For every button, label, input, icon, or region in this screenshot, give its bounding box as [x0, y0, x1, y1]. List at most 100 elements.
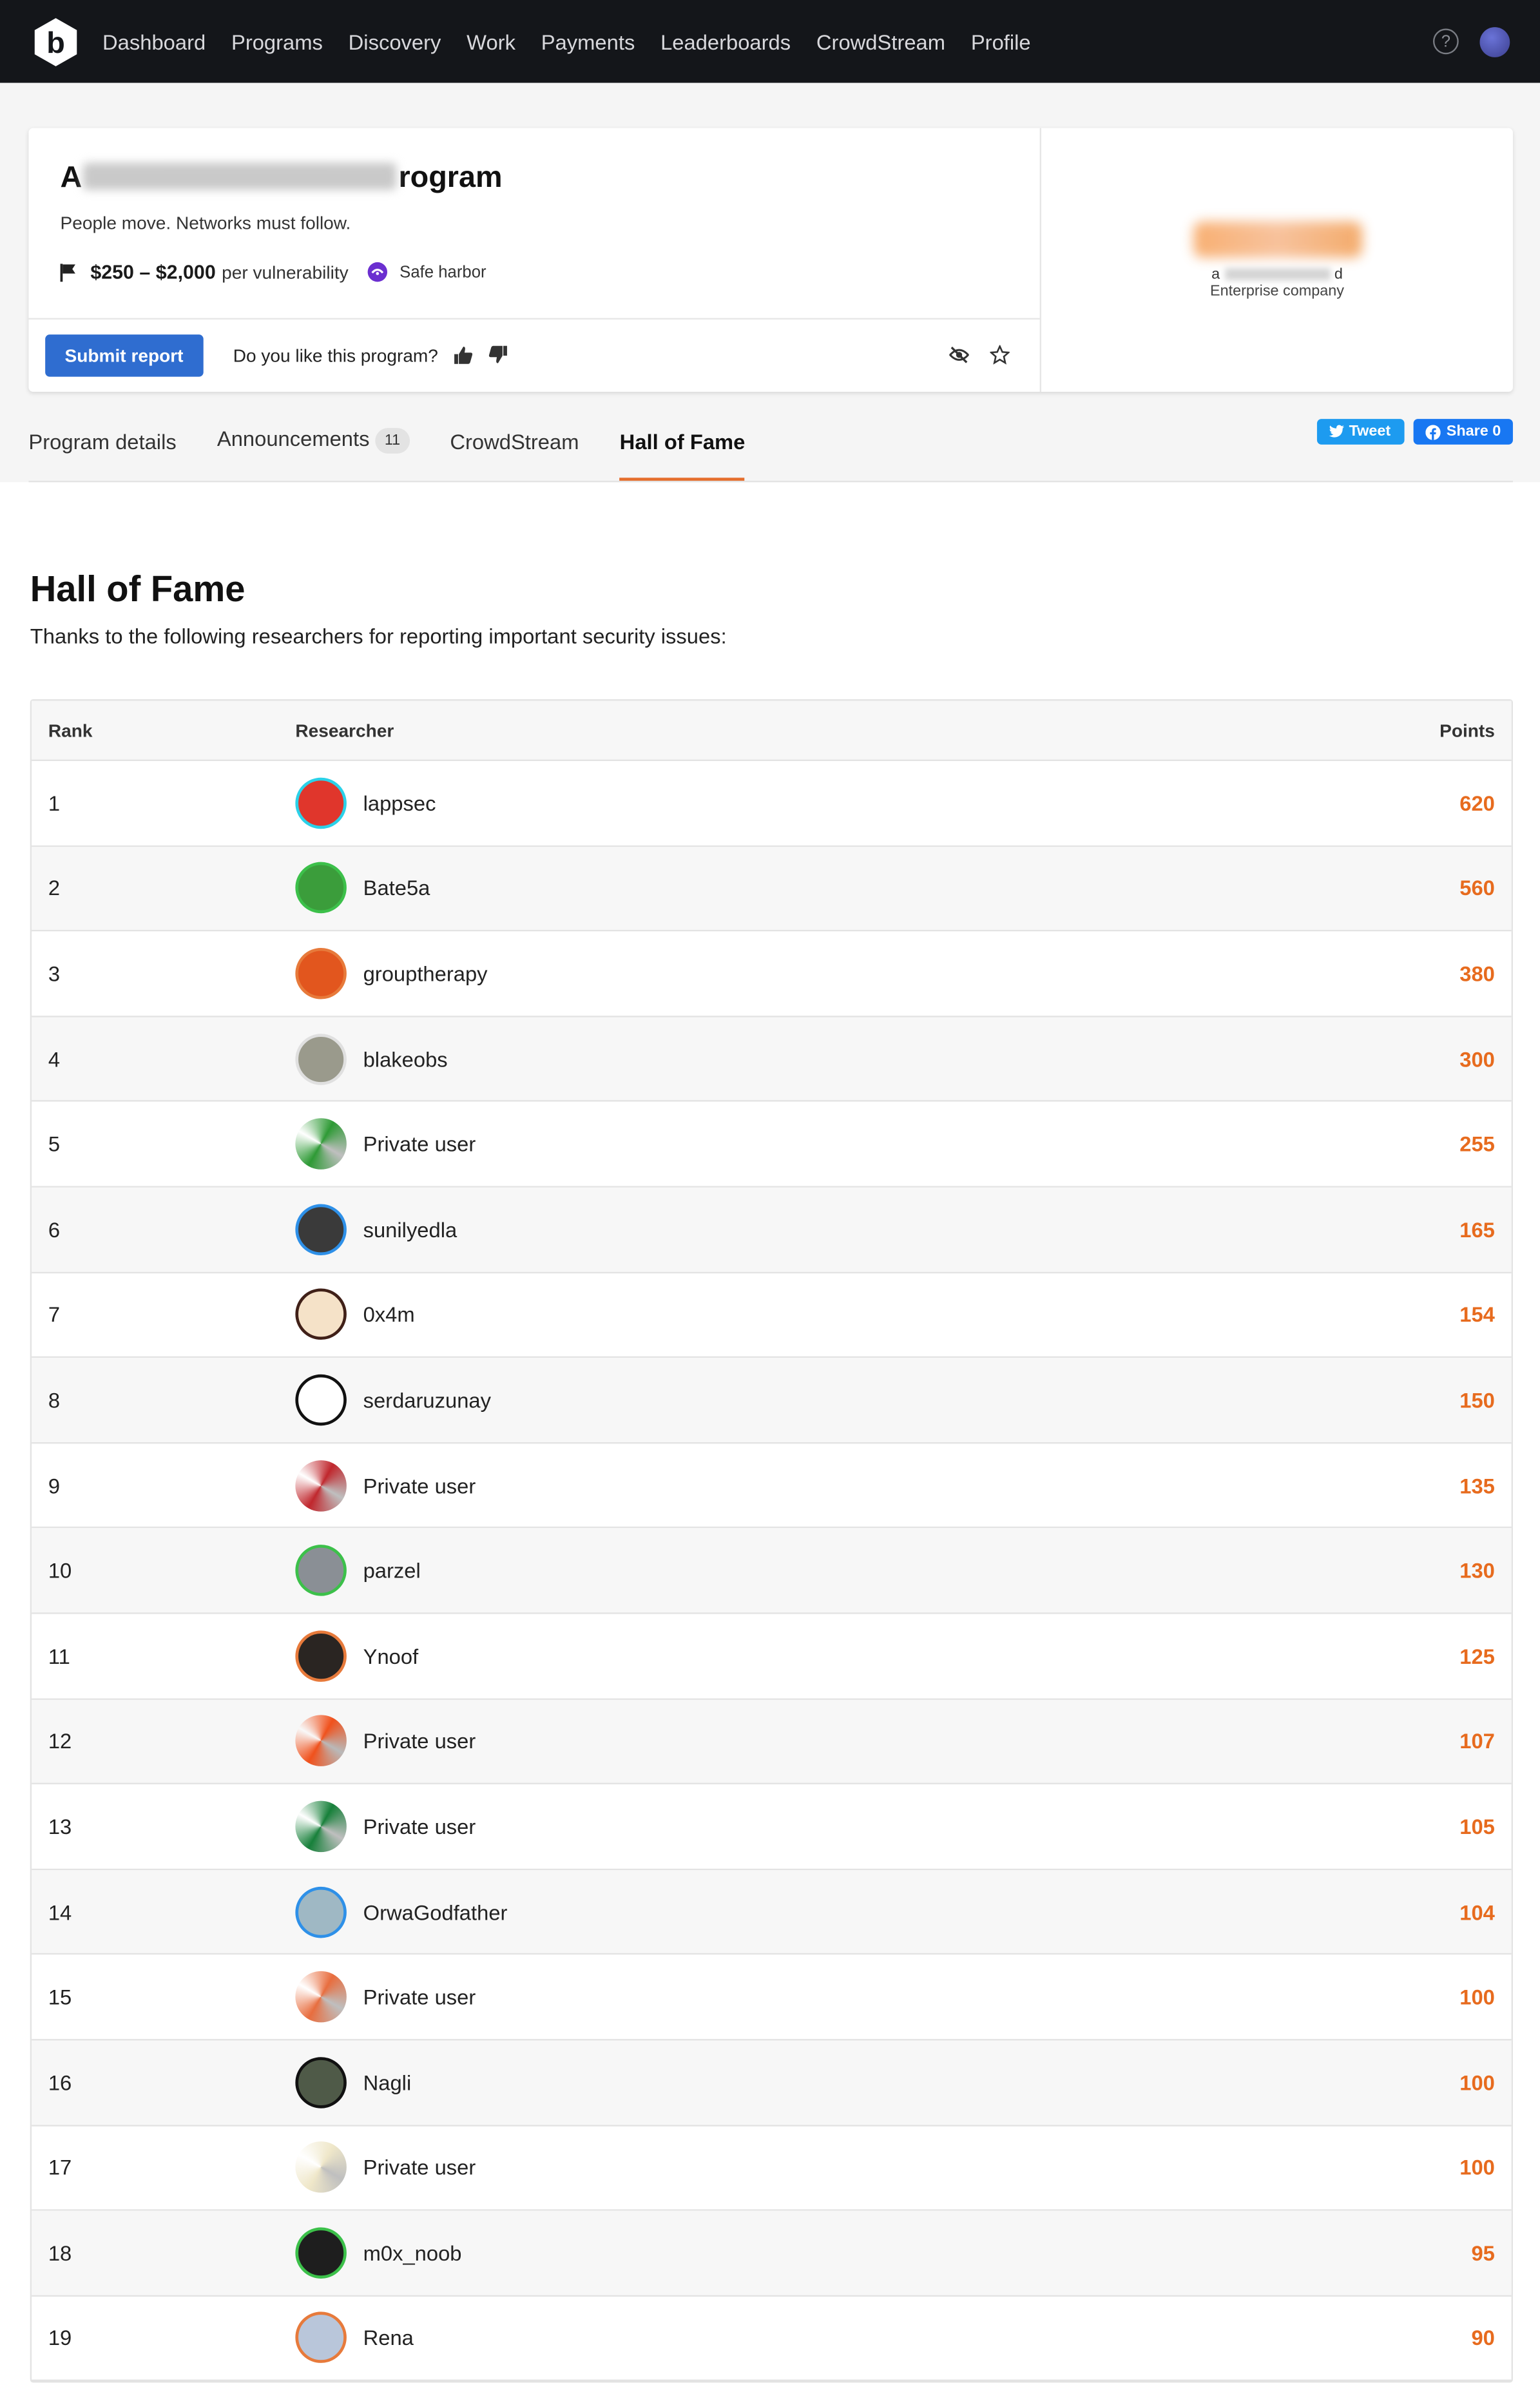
points-cell: 255: [1459, 1132, 1495, 1157]
hide-eye-icon[interactable]: [949, 345, 969, 365]
tab-crowdstream[interactable]: CrowdStream: [450, 430, 579, 481]
redacted-program-name: [83, 162, 398, 190]
researcher-cell: grouptherapy: [295, 947, 1331, 999]
nav-profile[interactable]: Profile: [971, 30, 1031, 53]
researcher-name[interactable]: sunilyedla: [363, 1217, 457, 1241]
researcher-avatar[interactable]: [295, 1545, 347, 1596]
safe-harbor-icon: [368, 262, 388, 282]
rank-cell: 5: [48, 1132, 61, 1157]
researcher-avatar[interactable]: [295, 1715, 347, 1767]
researcher-avatar[interactable]: [295, 1374, 347, 1426]
table-row: 7 0x4m 154: [32, 1273, 1512, 1358]
researcher-name[interactable]: lappsec: [363, 791, 436, 815]
researcher-name[interactable]: Private user: [363, 1132, 476, 1156]
rank-cell: 9: [48, 1473, 61, 1498]
researcher-avatar[interactable]: [295, 1033, 347, 1085]
researcher-cell: Rena: [295, 2312, 1331, 2364]
researcher-name[interactable]: 0x4m: [363, 1302, 415, 1326]
nav-discovery[interactable]: Discovery: [349, 30, 441, 53]
researcher-avatar[interactable]: [295, 2141, 347, 2194]
table-header: Rank Researcher Points: [32, 700, 1512, 761]
hall-of-fame-table: Rank Researcher Points 1 lappsec 620 2 Bate5…: [30, 699, 1513, 2383]
nav-programs[interactable]: Programs: [231, 30, 323, 53]
researcher-avatar[interactable]: [295, 2312, 347, 2364]
bugcrowd-logo-icon[interactable]: b: [30, 16, 82, 68]
submit-report-button[interactable]: Submit report: [45, 333, 203, 376]
researcher-name[interactable]: Private user: [363, 1814, 476, 1838]
table-row: 11 Ynoof 125: [32, 1614, 1512, 1699]
company-info: ad Enterprise company: [1041, 128, 1513, 392]
researcher-avatar[interactable]: [295, 1118, 347, 1170]
researcher-name[interactable]: m0x_noob: [363, 2241, 462, 2264]
nav-payments[interactable]: Payments: [541, 30, 635, 53]
points-cell: 100: [1459, 1985, 1495, 2009]
star-icon[interactable]: [990, 345, 1010, 365]
table-row: 14 OrwaGodfather 104: [32, 1869, 1512, 1955]
researcher-avatar[interactable]: [295, 1460, 347, 1511]
facebook-share-button[interactable]: Share 0: [1413, 419, 1513, 445]
researcher-cell: Private user: [295, 1118, 1331, 1170]
researcher-cell: blakeobs: [295, 1033, 1331, 1085]
researcher-name[interactable]: Private user: [363, 1985, 476, 2009]
user-avatar[interactable]: [1479, 26, 1510, 57]
table-body: 1 lappsec 620 2 Bate5a 560 3 grouptherapy 380 4 bl…: [32, 761, 1512, 2382]
researcher-avatar[interactable]: [295, 1289, 347, 1340]
researcher-avatar[interactable]: [295, 2056, 347, 2108]
table-row: 12 Private user 107: [32, 1699, 1512, 1785]
nav-work[interactable]: Work: [467, 30, 515, 53]
points-column-header[interactable]: Points: [1331, 720, 1512, 741]
researcher-avatar[interactable]: [295, 1886, 347, 1938]
points-cell: 380: [1459, 961, 1495, 986]
nav-leaderboards[interactable]: Leaderboards: [660, 30, 791, 53]
researcher-name[interactable]: Rena: [363, 2326, 414, 2350]
points-cell: 135: [1459, 1473, 1495, 1498]
help-icon[interactable]: ?: [1433, 28, 1459, 55]
researcher-name[interactable]: Nagli: [363, 2070, 412, 2094]
rank-column-header[interactable]: Rank: [32, 720, 295, 741]
researcher-name[interactable]: Bate5a: [363, 876, 430, 900]
researcher-name[interactable]: grouptherapy: [363, 961, 488, 985]
researcher-column-header[interactable]: Researcher: [295, 720, 1331, 741]
researcher-avatar[interactable]: [295, 947, 347, 999]
rank-cell: 18: [48, 2241, 72, 2265]
thumbs-up-icon[interactable]: [453, 345, 472, 365]
tweet-button[interactable]: Tweet: [1317, 419, 1405, 445]
program-header: Arogram People move. Networks must follo…: [0, 82, 1540, 483]
researcher-avatar[interactable]: [295, 1203, 347, 1255]
nav-crowdstream[interactable]: CrowdStream: [816, 30, 945, 53]
researcher-name[interactable]: blakeobs: [363, 1047, 448, 1070]
table-row: 15 Private user 100: [32, 1955, 1512, 2041]
table-row: 13 Private user 105: [32, 1784, 1512, 1870]
researcher-name[interactable]: parzel: [363, 1558, 421, 1582]
researcher-name[interactable]: serdaruzunay: [363, 1388, 491, 1412]
researcher-avatar[interactable]: [295, 2227, 347, 2279]
researcher-name[interactable]: Ynoof: [363, 1644, 419, 1668]
researcher-avatar[interactable]: [295, 862, 347, 914]
researcher-name[interactable]: Private user: [363, 1729, 476, 1753]
nav-dashboard[interactable]: Dashboard: [102, 30, 206, 53]
rank-cell: 3: [48, 961, 61, 986]
researcher-name[interactable]: Private user: [363, 1473, 476, 1497]
tab-program-details[interactable]: Program details: [28, 430, 176, 481]
rank-cell: 6: [48, 1217, 61, 1242]
tab-announcements[interactable]: Announcements 11: [217, 427, 410, 481]
researcher-cell: serdaruzunay: [295, 1374, 1331, 1426]
points-cell: 100: [1459, 2070, 1495, 2094]
researcher-name[interactable]: OrwaGodfather: [363, 1900, 508, 1924]
researcher-avatar[interactable]: [295, 1800, 347, 1852]
researcher-name[interactable]: Private user: [363, 2156, 476, 2179]
table-row: 9 Private user 135: [32, 1443, 1512, 1529]
points-cell: 154: [1459, 1302, 1495, 1327]
points-cell: 104: [1459, 1899, 1495, 1924]
points-cell: 100: [1459, 2155, 1495, 2180]
flag-icon: [60, 263, 75, 282]
points-cell: 150: [1459, 1387, 1495, 1413]
researcher-avatar[interactable]: [295, 1630, 347, 1682]
facebook-icon: [1425, 424, 1441, 439]
tab-hall-of-fame[interactable]: Hall of Fame: [619, 430, 746, 481]
points-cell: 125: [1459, 1643, 1495, 1668]
thumbs-down-icon[interactable]: [488, 345, 507, 365]
researcher-avatar[interactable]: [295, 1971, 347, 2023]
researcher-avatar[interactable]: [295, 777, 347, 829]
points-cell: 107: [1459, 1729, 1495, 1753]
